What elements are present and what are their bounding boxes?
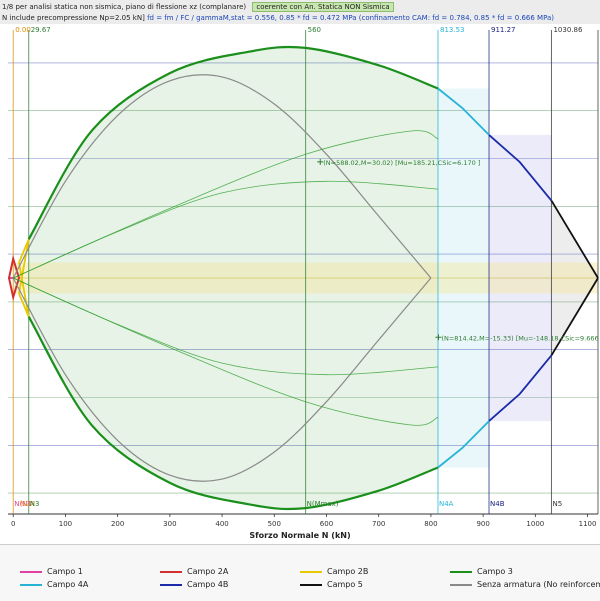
legend-label: Campo 4B — [187, 580, 229, 589]
legend-swatch — [160, 570, 182, 573]
annotation-label: (N=814.42,M=-15.33) [Mu=-148.18,CSic=9.6… — [441, 334, 600, 342]
x-tick-label: 700 — [372, 520, 385, 528]
header-line-1: 1/8 per analisi statica non sismica, pia… — [2, 2, 394, 12]
legend-swatch — [300, 570, 322, 573]
bottom-limit-label: N(Mmax) — [307, 500, 339, 508]
chart-header: 1/8 per analisi statica non sismica, pia… — [0, 0, 600, 24]
x-tick-label: 300 — [163, 520, 176, 528]
legend-label: Senza armatura (No reinforcement) — [477, 580, 600, 589]
top-limit-label: 813.53 — [440, 26, 465, 34]
legend-item: Campo 4A — [20, 580, 88, 589]
header-title: 1/8 per analisi statica non sismica, pia… — [2, 3, 247, 11]
top-limit-label: 1030.86 — [553, 26, 582, 34]
x-tick-label: 1000 — [526, 520, 544, 528]
x-tick-label: 800 — [424, 520, 437, 528]
legend-label: Campo 4A — [47, 580, 89, 589]
legend-item: Senza armatura (No reinforcement) — [450, 580, 600, 589]
legend-label: Campo 2A — [187, 567, 229, 576]
x-tick-label: 1100 — [579, 520, 597, 528]
legend-label: Campo 2B — [327, 567, 369, 576]
legend-swatch — [20, 570, 42, 573]
interaction-domain-chart: 0 100 200 300 400 500 600 700 800 900 1000 1100 0.00… — [0, 24, 600, 544]
bottom-limit-label: N3 — [30, 500, 40, 508]
legend-label: Campo 3 — [477, 567, 513, 576]
bottom-limit-label: N5 — [552, 500, 562, 508]
header-material-params: fd = fm / FC / gammaM,stat = 0.556, 0.85… — [147, 14, 554, 22]
top-limit-label: 911.27 — [491, 26, 516, 34]
x-tick-label: 100 — [59, 520, 72, 528]
bottom-limit-label: N4A — [439, 500, 454, 508]
x-tick-label: 500 — [268, 520, 281, 528]
annotation-label: (N=588.02,M=30.02) [Mu=185.21,CSic=6.170… — [323, 159, 480, 167]
legend-item: Campo 1 — [20, 567, 83, 576]
x-axis-label: Sforzo Normale N (kN) — [249, 531, 350, 540]
header-line-2: N include precompressione Np=2.05 kN] fd… — [2, 13, 554, 23]
x-tick-label: 200 — [111, 520, 124, 528]
legend-item: Campo 3 — [450, 567, 513, 576]
chart-legend: Campo 1 Campo 2A Campo 2B Campo 3 Campo 4A Ca… — [0, 544, 600, 601]
bottom-limit-label: N4B — [490, 500, 505, 508]
top-limit-label: 0.00 — [15, 26, 31, 34]
legend-label: Campo 5 — [327, 580, 363, 589]
x-tick-label: 600 — [320, 520, 333, 528]
legend-item: Campo 2B — [300, 567, 368, 576]
legend-swatch — [450, 583, 472, 586]
x-tick-label: 900 — [476, 520, 489, 528]
header-precompression: N include precompressione Np=2.05 kN] — [2, 14, 145, 22]
legend-swatch — [300, 583, 322, 586]
legend-swatch — [450, 570, 472, 573]
legend-item: Campo 5 — [300, 580, 363, 589]
top-limit-label: 560 — [308, 26, 321, 34]
legend-swatch — [160, 583, 182, 586]
top-limit-label: 29.67 — [31, 26, 51, 34]
legend-label: Campo 1 — [47, 567, 83, 576]
x-tick-label: 0 — [11, 520, 15, 528]
x-tick-label: 400 — [215, 520, 228, 528]
legend-item: Campo 2A — [160, 567, 228, 576]
legend-swatch — [20, 583, 42, 586]
legend-item: Campo 4B — [160, 580, 228, 589]
static-analysis-badge: coerente con An. Statica NON Sismica — [252, 2, 394, 12]
